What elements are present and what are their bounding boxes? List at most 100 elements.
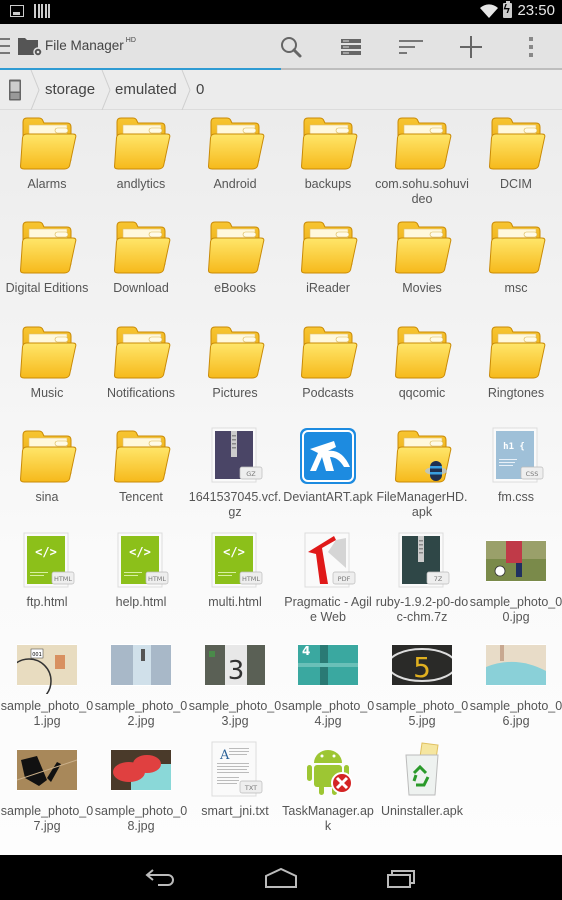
- file-name: Tencent: [119, 490, 163, 504]
- filemanager-app-icon: [392, 427, 452, 485]
- file-item[interactable]: PDF Pragmatic - Agile Web: [281, 528, 375, 632]
- back-icon: [145, 869, 174, 886]
- folder-item[interactable]: msc: [469, 214, 562, 318]
- file-name: msc: [504, 281, 528, 295]
- breadcrumb-current[interactable]: 0: [196, 70, 204, 110]
- file-item[interactable]: sample_photo_06.jpg: [469, 632, 562, 736]
- folder-icon: [205, 114, 265, 172]
- breadcrumb-separator: [30, 70, 40, 110]
- notification-icons: [10, 4, 50, 18]
- image-thumbnail: 5: [387, 636, 457, 694]
- folder-item[interactable]: Music: [0, 319, 94, 423]
- file-item[interactable]: </> HTML help.html: [94, 528, 188, 632]
- file-name: fm.css: [497, 490, 535, 504]
- file-name: sample_photo_07.jpg: [0, 804, 94, 833]
- file-item[interactable]: h1 {CSS fm.css: [469, 423, 562, 527]
- folder-icon: [486, 218, 546, 276]
- file-item[interactable]: GZ 1641537045.vcf.gz: [188, 423, 282, 527]
- file-item[interactable]: 5 sample_photo_05.jpg: [375, 632, 469, 736]
- folder-item[interactable]: Podcasts: [281, 319, 375, 423]
- system-icons: 23:50: [480, 1, 555, 19]
- battery-charging-icon: [503, 1, 513, 18]
- folder-item[interactable]: andlytics: [94, 110, 188, 214]
- file-item[interactable]: Uninstaller.apk: [375, 737, 469, 841]
- file-item[interactable]: </> HTML ftp.html: [0, 528, 94, 632]
- file-item[interactable]: sample_photo_07.jpg: [0, 737, 94, 841]
- folder-icon: [298, 114, 358, 172]
- svg-text:5: 5: [413, 651, 431, 684]
- phone-storage-icon[interactable]: [8, 79, 22, 101]
- file-name: andlytics: [116, 177, 166, 191]
- folder-item[interactable]: Alarms: [0, 110, 94, 214]
- svg-text:HTML: HTML: [148, 575, 166, 583]
- deviantart-app-icon: [298, 427, 358, 485]
- file-item[interactable]: sample_photo_08.jpg: [94, 737, 188, 841]
- file-name: Uninstaller.apk: [381, 804, 463, 818]
- uninstaller-app-icon: [392, 741, 452, 799]
- image-thumbnail: [485, 532, 547, 590]
- file-item[interactable]: TaskManager.apk: [281, 737, 375, 841]
- image-thumbnail: [110, 636, 172, 694]
- folder-item[interactable]: Digital Editions: [0, 214, 94, 318]
- folder-item[interactable]: iReader: [281, 214, 375, 318]
- folder-icon: [205, 323, 265, 381]
- file-name: sample_photo_05.jpg: [375, 699, 469, 728]
- folder-item[interactable]: com.sohu.sohuvideo: [375, 110, 469, 214]
- sort-button[interactable]: [396, 32, 426, 62]
- file-item[interactable]: 4 sample_photo_04.jpg: [281, 632, 375, 736]
- folder-item[interactable]: DCIM: [469, 110, 562, 214]
- breadcrumb-separator: [101, 70, 111, 110]
- folder-item[interactable]: Tencent: [94, 423, 188, 527]
- folder-icon: [392, 323, 452, 381]
- picture-notification-icon: [10, 5, 24, 17]
- file-item[interactable]: DeviantART.apk: [281, 423, 375, 527]
- folder-item[interactable]: Pictures: [188, 319, 282, 423]
- file-name: eBooks: [214, 281, 256, 295]
- file-name: sample_photo_00.jpg: [469, 595, 562, 624]
- svg-text:A: A: [219, 748, 230, 763]
- file-grid: Alarms andlytics Android backups com.soh…: [0, 110, 562, 855]
- folder-item[interactable]: Android: [188, 110, 282, 214]
- folder-icon: [111, 114, 171, 172]
- breadcrumb-emulated[interactable]: emulated: [115, 70, 177, 110]
- folder-item[interactable]: backups: [281, 110, 375, 214]
- svg-text:HTML: HTML: [54, 575, 72, 583]
- drawer-menu-icon[interactable]: [0, 38, 10, 54]
- file-name: iReader: [306, 281, 350, 295]
- file-item[interactable]: FileManagerHD.apk: [375, 423, 469, 527]
- folder-item[interactable]: Ringtones: [469, 319, 562, 423]
- file-name: sample_photo_08.jpg: [94, 804, 188, 833]
- file-item[interactable]: sample_photo_00.jpg: [469, 528, 562, 632]
- svg-text:h1 {: h1 {: [503, 442, 525, 452]
- folder-icon: [17, 323, 77, 381]
- folder-icon: [298, 218, 358, 276]
- folder-item[interactable]: Download: [94, 214, 188, 318]
- home-button[interactable]: [261, 863, 301, 893]
- file-item[interactable]: sample_photo_02.jpg: [94, 632, 188, 736]
- list-view-icon: [341, 39, 361, 55]
- folder-item[interactable]: eBooks: [188, 214, 282, 318]
- breadcrumb-storage[interactable]: storage: [45, 70, 95, 110]
- folder-item[interactable]: Notifications: [94, 319, 188, 423]
- wifi-icon: [480, 3, 499, 18]
- svg-text:HTML: HTML: [242, 575, 260, 583]
- file-name: sample_photo_06.jpg: [469, 699, 562, 728]
- recent-apps-icon: [387, 870, 415, 888]
- recent-apps-button[interactable]: [380, 863, 420, 893]
- file-item[interactable]: A TXT smart_jni.txt: [188, 737, 282, 841]
- folder-item[interactable]: Movies: [375, 214, 469, 318]
- add-button[interactable]: [456, 32, 486, 62]
- file-item[interactable]: 3 sample_photo_03.jpg: [188, 632, 282, 736]
- folder-item[interactable]: qqcomic: [375, 319, 469, 423]
- file-name: Ringtones: [487, 386, 545, 400]
- file-item[interactable]: 7Z ruby-1.9.2-p0-doc-chm.7z: [375, 528, 469, 632]
- overflow-menu-button[interactable]: [516, 32, 546, 62]
- folder-icon: [111, 218, 171, 276]
- folder-item[interactable]: sina: [0, 423, 94, 527]
- file-item[interactable]: 001 sample_photo_01.jpg: [0, 632, 94, 736]
- back-button[interactable]: [140, 863, 180, 893]
- app-logo-icon[interactable]: [17, 35, 43, 57]
- view-mode-button[interactable]: [336, 32, 366, 62]
- file-item[interactable]: </> HTML multi.html: [188, 528, 282, 632]
- search-button[interactable]: [276, 32, 306, 62]
